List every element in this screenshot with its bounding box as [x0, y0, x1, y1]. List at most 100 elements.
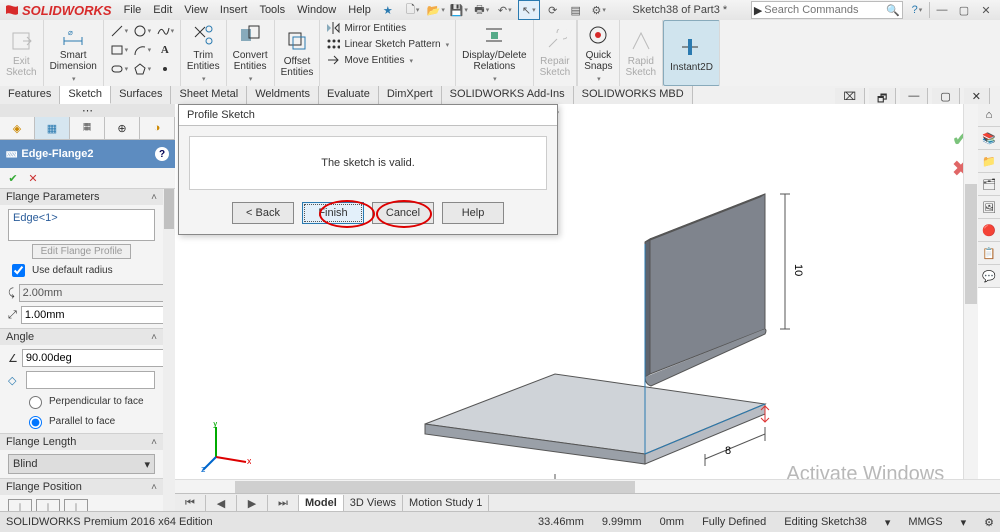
tab-next-icon[interactable]: ▶ [237, 495, 268, 512]
tab-sheet-metal[interactable]: Sheet Metal [171, 86, 247, 104]
polygon-tool-icon[interactable] [131, 60, 153, 78]
line-tool-icon[interactable] [108, 22, 130, 40]
rectangle-tool-icon[interactable] [108, 41, 130, 59]
select-icon[interactable]: ↖ [518, 0, 540, 20]
open-doc-icon[interactable]: 📂 [426, 1, 446, 19]
edit-flange-profile-button[interactable]: Edit Flange Profile [32, 244, 132, 259]
pm-ok-icon[interactable]: ✔ [6, 171, 20, 185]
view-triad[interactable]: y x z [201, 422, 251, 472]
dim-height[interactable]: 10 [792, 264, 804, 276]
use-default-radius-checkbox[interactable]: Use default radius [8, 261, 155, 280]
status-macro-icon[interactable]: ⚙ [984, 516, 994, 529]
tab-mbd[interactable]: SOLIDWORKS MBD [574, 86, 693, 104]
tab-weldments[interactable]: Weldments [247, 86, 319, 104]
search-commands[interactable]: ▶ 🔍 [751, 1, 903, 19]
taskpane-props-icon[interactable]: 📋 [978, 242, 1000, 265]
spline-tool-icon[interactable] [154, 22, 176, 40]
status-units[interactable]: MMGS [908, 516, 942, 528]
menu-tools[interactable]: Tools [259, 4, 285, 17]
file-props-icon[interactable]: ▤ [566, 1, 586, 19]
flange-parameters-header[interactable]: Flange Parameters [6, 191, 100, 203]
trim-entities-button[interactable]: Trim Entities [181, 20, 227, 86]
search-toggle-icon[interactable]: ▶ [754, 4, 762, 17]
instant2d-button[interactable]: Instant2D [663, 20, 720, 86]
edge-selection-box[interactable]: Edge<1> [8, 209, 155, 241]
menu-help[interactable]: Help [348, 4, 371, 17]
move-entities-button[interactable]: Move Entities [326, 54, 449, 66]
pm-scrollbar[interactable] [162, 189, 175, 512]
taskpane-appearances-icon[interactable]: 🔴 [978, 219, 1000, 242]
tab-motion-study[interactable]: Motion Study 1 [403, 495, 489, 511]
status-units-drop-icon[interactable]: ▾ [961, 516, 967, 529]
rapid-sketch-button[interactable]: Rapid Sketch [620, 20, 664, 86]
angle-field[interactable]: ▲▼ [22, 349, 163, 367]
pm-tab-config-icon[interactable]: 𝄜 [70, 117, 105, 139]
dialog-help-button[interactable]: Help [442, 202, 504, 224]
dialog-back-button[interactable]: < Back [232, 202, 294, 224]
options-icon[interactable]: ⚙ [589, 1, 609, 19]
mirror-entities-button[interactable]: Mirror Entities [326, 22, 449, 34]
circle-tool-icon[interactable] [131, 22, 153, 40]
new-doc-icon[interactable]: 🗋 [403, 1, 423, 19]
slot-tool-icon[interactable] [108, 60, 130, 78]
gap-field[interactable]: ▲▼ [21, 306, 163, 324]
text-tool-icon[interactable]: A [154, 41, 176, 59]
bend-radius-field[interactable]: ▲▼ [19, 284, 163, 302]
menu-window[interactable]: Window [297, 4, 336, 17]
length-type-select[interactable]: Blind▾ [8, 454, 155, 474]
search-input[interactable] [762, 3, 886, 17]
linear-pattern-button[interactable]: Linear Sketch Pattern [326, 38, 449, 50]
chevron-up-icon[interactable]: ˄ [151, 332, 157, 343]
menu-view[interactable]: View [184, 4, 208, 17]
panel-flyout-handle[interactable]: ⋯ [0, 104, 175, 117]
tab-evaluate[interactable]: Evaluate [319, 86, 379, 104]
pm-tab-dimxpert-icon[interactable]: ⊕ [105, 117, 140, 139]
parallel-radio[interactable]: Parallel to face [24, 413, 155, 429]
face-selection-box[interactable] [26, 371, 155, 389]
taskpane-explorer-icon[interactable]: 🗂 [978, 173, 1000, 196]
flange-position-header[interactable]: Flange Position [6, 481, 82, 493]
search-icon[interactable]: 🔍 [886, 4, 900, 17]
chevron-up-icon[interactable]: ˄ [151, 482, 157, 493]
horizontal-scrollbar[interactable] [175, 479, 1000, 494]
tab-surfaces[interactable]: Surfaces [111, 86, 171, 104]
quick-snaps-button[interactable]: Quick Snaps [578, 20, 619, 86]
exit-sketch-button[interactable]: Exit Sketch [0, 20, 44, 86]
pm-cancel-icon[interactable]: ✕ [26, 171, 40, 185]
print-icon[interactable]: 🖶 [472, 1, 492, 19]
dim-8[interactable]: 8 [725, 445, 731, 457]
tab-first-icon[interactable]: ⏮ [175, 495, 206, 512]
tab-last-icon[interactable]: ⏭ [268, 495, 299, 512]
arc-tool-icon[interactable] [131, 41, 153, 59]
chevron-up-icon[interactable]: ˄ [151, 437, 157, 448]
menu-insert[interactable]: Insert [220, 4, 248, 17]
taskpane-forum-icon[interactable]: 💬 [978, 265, 1000, 288]
tab-addins[interactable]: SOLIDWORKS Add-Ins [442, 86, 574, 104]
taskpane-design-lib-icon[interactable]: 📁 [978, 150, 1000, 173]
smart-dimension-button[interactable]: ⌀ Smart Dimension [44, 20, 104, 86]
minimize-button[interactable]: — [932, 2, 952, 18]
rebuild-icon[interactable]: ⟳ [543, 1, 563, 19]
tab-features[interactable]: Features [0, 86, 60, 104]
pm-tab-feature-tree-icon[interactable]: ◈ [0, 117, 35, 139]
menu-file[interactable]: File [124, 4, 142, 17]
display-delete-relations-button[interactable]: Display/Delete Relations [456, 20, 533, 86]
pm-tab-property-manager-icon[interactable]: ▦ [35, 117, 70, 139]
angle-header[interactable]: Angle [6, 331, 34, 343]
tab-sketch[interactable]: Sketch [60, 86, 111, 104]
offset-entities-button[interactable]: Offset Entities [275, 20, 321, 86]
menu-pin-icon[interactable]: ★ [383, 4, 393, 17]
perpendicular-radio[interactable]: Perpendicular to face [24, 393, 155, 409]
point-tool-icon[interactable] [154, 60, 176, 78]
repair-sketch-button[interactable]: Repair Sketch [534, 20, 578, 86]
pm-help-icon[interactable]: ? [155, 147, 169, 161]
vertical-scrollbar[interactable] [963, 104, 978, 480]
pm-tab-display-icon[interactable]: ◑ [140, 117, 175, 139]
undo-icon[interactable]: ↶ [495, 1, 515, 19]
convert-entities-button[interactable]: Convert Entities [227, 20, 275, 86]
tab-dimxpert[interactable]: DimXpert [379, 86, 442, 104]
maximize-button[interactable]: ▢ [954, 2, 974, 18]
taskpane-view-palette-icon[interactable]: 🖼 [978, 196, 1000, 219]
save-icon[interactable]: 💾 [449, 1, 469, 19]
status-custom-icon[interactable]: ▾ [885, 516, 891, 529]
